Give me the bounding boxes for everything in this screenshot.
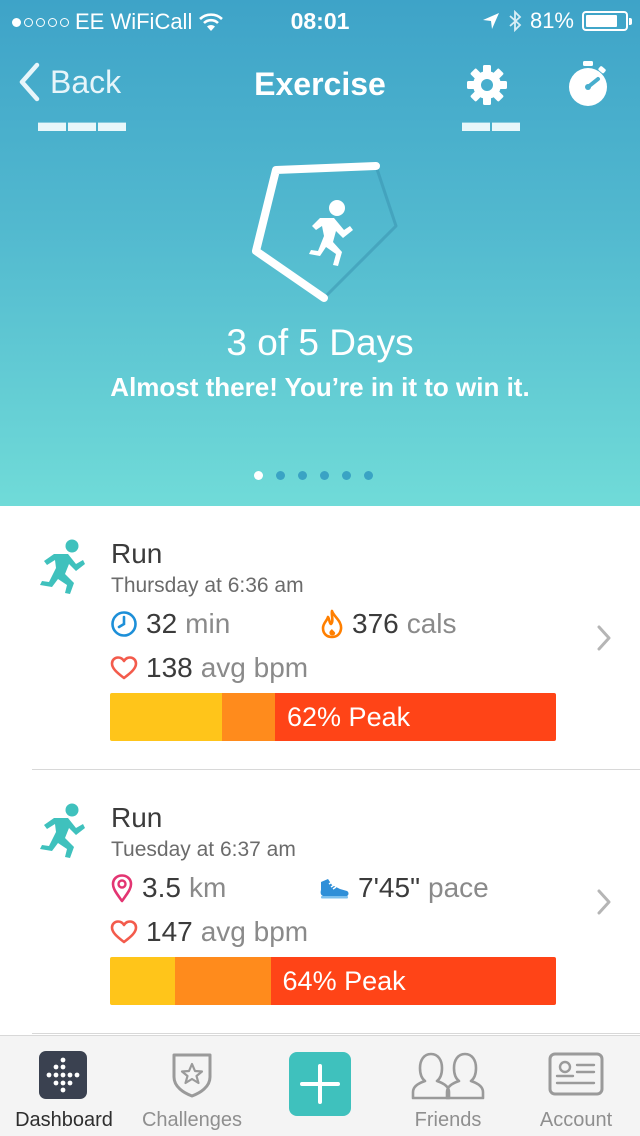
previous-stat-text: ▬▬▬ ▬▬▬ [38,118,188,132]
heart-rate-zone-bar: 62% Peak [110,693,556,741]
tab-dashboard[interactable]: Dashboard [0,1036,128,1136]
chevron-right-icon[interactable] [596,624,612,652]
status-bar: EE WiFiCall 08:01 81% [0,0,640,40]
stopwatch-icon[interactable] [566,60,610,108]
account-card-icon [548,1052,604,1096]
page-dot[interactable] [342,471,351,480]
exercise-goal-text: 3 of 5 Days [226,322,414,363]
battery-icon [582,11,632,31]
distance-value: 3.5 [142,872,181,903]
shoe-icon [320,879,349,899]
previous-stat-value: ▬▬ ▬▬▬ [462,118,612,132]
navigation-bar: Back Exercise [0,52,640,116]
pace-value: 7'45" [358,872,421,903]
tab-label: Account [539,1109,613,1131]
tab-bar: Dashboard Challenges Friends Account [0,1035,640,1136]
tab-account[interactable]: Account [512,1036,640,1136]
duration-value: 32 [146,608,178,639]
page-dot[interactable] [364,471,373,480]
calories-stat: 376 cals [320,608,457,640]
exercise-hero: EE WiFiCall 08:01 81% Back Exercise 3 of… [0,0,640,506]
calories-unit: cals [406,608,457,639]
peak-zone-segment: 64% Peak [270,957,556,1005]
page-dot[interactable] [320,471,329,480]
exercise-goal-progress [252,162,398,302]
cardio-zone-segment [221,693,276,741]
heart-icon [110,656,138,680]
cardio-zone-segment [174,957,271,1005]
run-icon [40,803,85,858]
exercise-item[interactable]: Run Tuesday at 6:37 am 3.5 km 7'45" pace… [0,772,640,1034]
exercise-name: Run [111,802,163,833]
page-title: Exercise [254,66,386,102]
motivation-message: Almost there! You’re in it to win it. [110,372,530,402]
battery-percent: 81% [529,8,574,33]
distance-unit: km [188,872,227,903]
heart-rate-stat: 147 avg bpm [110,916,308,948]
list-divider [32,1033,640,1034]
bpm-unit: avg bpm [200,916,309,947]
pace-stat: 7'45" pace [318,872,489,904]
tab-friends[interactable]: Friends [384,1036,512,1136]
bluetooth-icon [509,10,522,32]
clock-icon [111,611,137,637]
exercise-item[interactable]: Run Thursday at 6:36 am 32 min 376 cals … [0,508,640,770]
run-icon [309,200,353,266]
heart-rate-zone-bar: 64% Peak [110,957,556,1005]
exercise-time: Thursday at 6:36 am [111,574,304,597]
fat-burn-zone-segment [110,957,175,1005]
challenges-icon [172,1053,212,1098]
location-pin-icon [111,874,133,903]
flame-icon [321,609,343,639]
tab-label: Challenges [141,1109,243,1131]
heart-icon [110,920,138,944]
run-icon [40,539,85,594]
duration-unit: min [185,608,231,639]
page-dot[interactable] [298,471,307,480]
bpm-unit: avg bpm [200,652,309,683]
duration-stat: 32 min [110,608,230,640]
page-indicator[interactable] [254,471,373,480]
location-arrow-icon [482,13,499,29]
exercise-name: Run [111,538,163,569]
tab-label: Dashboard [15,1109,113,1131]
bpm-value: 147 [146,916,193,947]
heart-rate-stat: 138 avg bpm [110,652,308,684]
fat-burn-zone-segment [110,693,222,741]
friends-icon [411,1052,485,1100]
gear-icon[interactable] [464,62,510,108]
pace-unit: pace [428,872,489,903]
page-dot[interactable] [254,471,263,480]
peak-zone-segment: 62% Peak [275,693,556,741]
calories-value: 376 [352,608,399,639]
list-divider [32,769,640,770]
tab-label: Friends [414,1109,482,1131]
distance-stat: 3.5 km [110,872,226,904]
bpm-value: 138 [146,652,193,683]
dashboard-icon [39,1051,87,1099]
chevron-right-icon[interactable] [596,888,612,916]
plus-icon [289,1052,351,1116]
exercise-time: Tuesday at 6:37 am [111,838,296,861]
tab-challenges[interactable]: Challenges [128,1036,256,1136]
tab-add[interactable] [256,1036,384,1136]
page-dot[interactable] [276,471,285,480]
